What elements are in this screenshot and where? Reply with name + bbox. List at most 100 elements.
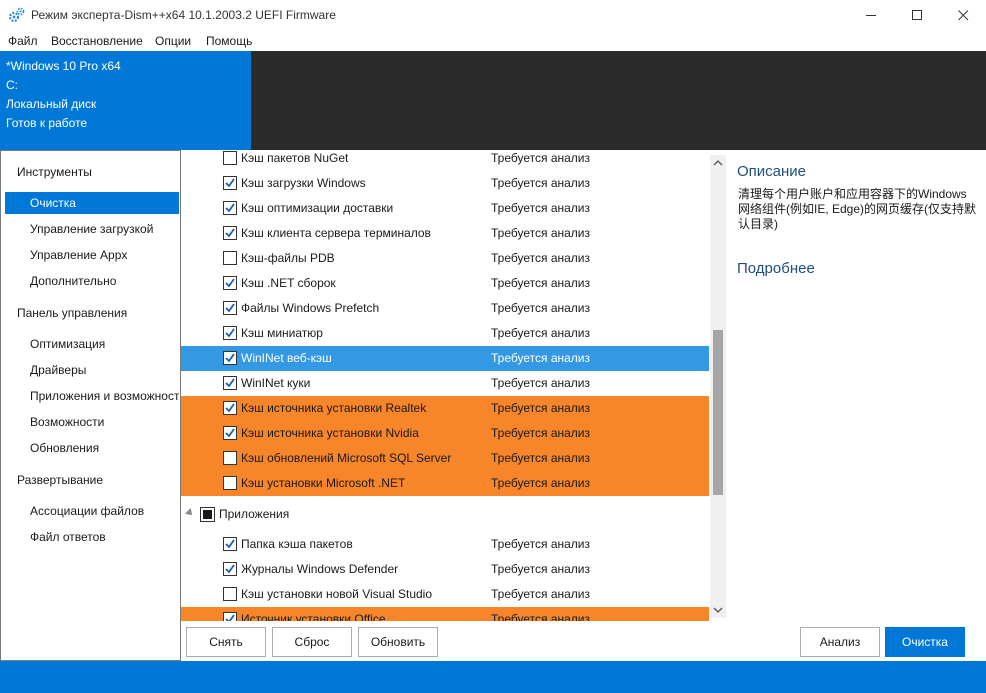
item-status: Требуется анализ xyxy=(491,301,590,315)
chevron-down-icon xyxy=(713,607,723,613)
list-item[interactable]: Кэш пакетов NuGet Требуется анализ xyxy=(181,150,709,171)
item-checkbox[interactable] xyxy=(223,226,237,240)
nav-item-boot-management[interactable]: Управление загрузкой xyxy=(5,218,179,240)
list-item[interactable]: WinINet куки Требуется анализ xyxy=(181,371,709,396)
minimize-button[interactable] xyxy=(848,0,894,31)
item-status: Требуется анализ xyxy=(491,251,590,265)
analyze-button[interactable]: Анализ xyxy=(800,627,880,657)
nav-item-updates[interactable]: Обновления xyxy=(5,437,179,459)
item-checkbox[interactable] xyxy=(223,426,237,440)
nav-group-control-panel: Панель управления xyxy=(17,306,128,320)
list-item[interactable]: Журналы Windows Defender Требуется анализ xyxy=(181,557,709,582)
item-checkbox[interactable] xyxy=(223,612,237,621)
list-item[interactable]: Кэш .NET сборок Требуется анализ xyxy=(181,271,709,296)
uncheck-button[interactable]: Снять xyxy=(186,627,266,657)
menu-help[interactable]: Помощь xyxy=(206,34,252,48)
item-name: Файлы Windows Prefetch xyxy=(241,301,380,315)
nav-item-optimization[interactable]: Оптимизация xyxy=(5,333,179,355)
nav-item-file-associations[interactable]: Ассоциации файлов xyxy=(5,500,179,522)
refresh-button[interactable]: Обновить xyxy=(358,627,438,657)
list-item[interactable]: Кэш клиента сервера терминалов Требуется … xyxy=(181,221,709,246)
item-status: Требуется анализ xyxy=(491,226,590,240)
scroll-up-button[interactable] xyxy=(710,155,726,171)
list-item[interactable]: Кэш обновлений Microsoft SQL Server Требу… xyxy=(181,446,709,471)
sidebar-nav: Инструменты Очистка Управление загрузкой… xyxy=(0,150,181,661)
item-checkbox[interactable] xyxy=(223,376,237,390)
item-status: Требуется анализ xyxy=(491,151,590,165)
more-info-link[interactable]: Подробнее xyxy=(737,260,815,277)
list-item[interactable]: Кэш-файлы PDB Требуется анализ xyxy=(181,246,709,271)
nav-item-answer-file[interactable]: Файл ответов xyxy=(5,526,179,548)
nav-item-appx-management[interactable]: Управление Appx xyxy=(5,244,179,266)
item-name: Кэш клиента сервера терминалов xyxy=(241,226,431,240)
description-text: 清理每个用户账户和应用容器下的Windows网络组件(例如IE, Edge)的网… xyxy=(738,187,977,231)
item-checkbox[interactable] xyxy=(223,326,237,340)
nav-item-features[interactable]: Возможности xyxy=(5,411,179,433)
list-item[interactable]: Кэш источника установки Realtek Требуется… xyxy=(181,396,709,421)
checkmark-icon xyxy=(225,378,235,388)
item-checkbox[interactable] xyxy=(223,351,237,365)
menu-file[interactable]: Файл xyxy=(8,34,38,48)
list-item[interactable]: Кэш оптимизации доставки Требуется анализ xyxy=(181,196,709,221)
item-checkbox[interactable] xyxy=(223,451,237,465)
item-status: Требуется анализ xyxy=(491,451,590,465)
expand-arrow-icon[interactable] xyxy=(185,508,195,518)
list-item[interactable]: Кэш установки новой Visual Studio Требует… xyxy=(181,582,709,607)
scroll-down-button[interactable] xyxy=(710,602,726,618)
checkmark-icon xyxy=(225,614,235,621)
item-checkbox[interactable] xyxy=(223,562,237,576)
item-status: Требуется анализ xyxy=(491,587,590,601)
list-scrollbar[interactable] xyxy=(710,155,726,618)
description-pane: Описание 清理每个用户账户和应用容器下的Windows网络组件(例如IE… xyxy=(728,150,986,621)
item-status: Требуется анализ xyxy=(491,537,590,551)
list-item[interactable]: Папка кэша пакетов Требуется анализ xyxy=(181,532,709,557)
description-title: Описание xyxy=(737,163,807,180)
item-checkbox[interactable] xyxy=(223,401,237,415)
checkmark-icon xyxy=(225,564,235,574)
item-checkbox[interactable] xyxy=(223,301,237,315)
menu-options[interactable]: Опции xyxy=(155,34,191,48)
item-name: Кэш-файлы PDB xyxy=(241,251,335,265)
menu-bar: Файл Восстановление Опции Помощь xyxy=(0,31,986,51)
item-checkbox[interactable] xyxy=(223,201,237,215)
item-name: Кэш миниатюр xyxy=(241,326,323,340)
list-item[interactable]: Кэш источника установки Nvidia Требуется … xyxy=(181,421,709,446)
group-checkbox[interactable] xyxy=(200,507,215,522)
nav-item-apps-features[interactable]: Приложения и возможности xyxy=(5,385,179,407)
checkmark-icon xyxy=(225,353,235,363)
list-item[interactable]: Кэш загрузки Windows Требуется анализ xyxy=(181,171,709,196)
item-checkbox[interactable] xyxy=(223,176,237,190)
item-checkbox[interactable] xyxy=(223,587,237,601)
group-row-applications[interactable]: Приложения xyxy=(181,502,709,527)
list-item[interactable]: Файлы Windows Prefetch Требуется анализ xyxy=(181,296,709,321)
checkmark-icon xyxy=(225,178,235,188)
list-item[interactable]: Кэш миниатюр Требуется анализ xyxy=(181,321,709,346)
menu-restore[interactable]: Восстановление xyxy=(51,34,143,48)
item-name: Кэш источника установки Realtek xyxy=(241,401,427,415)
nav-item-cleanup[interactable]: Очистка xyxy=(5,192,179,214)
item-checkbox[interactable] xyxy=(223,151,237,165)
reset-button[interactable]: Сброс xyxy=(272,627,352,657)
item-name: Кэш .NET сборок xyxy=(241,276,336,290)
close-button[interactable] xyxy=(940,0,986,31)
nav-item-drivers[interactable]: Драйверы xyxy=(5,359,179,381)
item-checkbox[interactable] xyxy=(223,251,237,265)
clean-button[interactable]: Очистка xyxy=(885,627,965,657)
chevron-up-icon xyxy=(713,160,723,166)
scroll-thumb[interactable] xyxy=(713,330,723,495)
item-name: Кэш оптимизации доставки xyxy=(241,201,394,215)
os-label: *Windows 10 Pro x64 xyxy=(6,59,121,73)
item-checkbox[interactable] xyxy=(223,276,237,290)
minimize-icon xyxy=(865,15,876,16)
list-item[interactable]: Источник установки Office Требуется анали… xyxy=(181,607,709,621)
list-item[interactable]: WinINet веб-кэш Требуется анализ xyxy=(181,346,709,371)
item-checkbox[interactable] xyxy=(223,476,237,490)
list-item[interactable]: Кэш установки Microsoft .NET Требуется ан… xyxy=(181,471,709,496)
gears-icon xyxy=(8,7,25,23)
item-status: Требуется анализ xyxy=(491,376,590,390)
maximize-button[interactable] xyxy=(894,0,940,31)
session-info-panel[interactable]: *Windows 10 Pro x64 C: Локальный диск Го… xyxy=(0,51,251,150)
item-checkbox[interactable] xyxy=(223,537,237,551)
item-name: Источник установки Office xyxy=(241,612,386,621)
nav-item-advanced[interactable]: Дополнительно xyxy=(5,270,179,292)
